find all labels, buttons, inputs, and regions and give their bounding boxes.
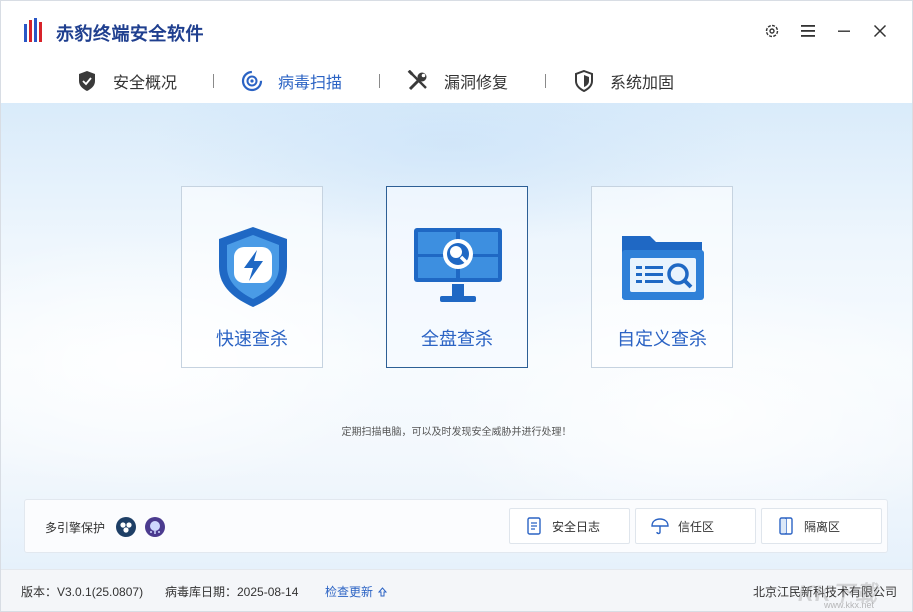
quarantine-button[interactable]: 隔离区: [761, 508, 882, 544]
watermark-url: www.kkx.net: [824, 600, 875, 610]
tab-virus-scan[interactable]: 病毒扫描: [240, 67, 342, 95]
custom-scan-card[interactable]: 自定义查杀: [591, 186, 733, 368]
app-title: 赤豹终端安全软件: [56, 24, 204, 44]
multi-engine-label: 多引擎保护: [45, 521, 106, 535]
card-label: 自定义查杀: [617, 329, 707, 349]
tab-label: 漏洞修复: [444, 75, 509, 92]
engine-b-icon[interactable]: [145, 517, 165, 537]
app-logo-icon: [23, 18, 47, 44]
umbrella-icon: [650, 516, 670, 536]
title-bar: 赤豹终端安全软件: [1, 1, 912, 61]
virus-db-date-text: 病毒库日期：2025-08-14: [165, 585, 299, 599]
menu-icon[interactable]: [796, 19, 820, 43]
check-update-label: 检查更新: [325, 585, 374, 599]
scan-radar-icon: [240, 69, 264, 93]
tab-label: 安全概况: [113, 75, 178, 92]
log-icon: [524, 516, 544, 536]
settings-icon[interactable]: [760, 19, 784, 43]
tab-vulnerability-fix[interactable]: 漏洞修复: [406, 67, 508, 95]
quarantine-icon: [776, 516, 796, 536]
nav-tabs: 安全概况 病毒扫描 漏洞修复 系统加固: [1, 61, 912, 103]
scan-main-area: 快速查杀 全盘查杀 自定义查杀 定期扫描电脑，可以及时发现安全威胁并进行处理！ …: [1, 103, 912, 569]
tab-label: 系统加固: [610, 75, 675, 92]
card-label: 全盘查杀: [421, 329, 493, 349]
scan-hint-text: 定期扫描电脑，可以及时发现安全威胁并进行处理！: [341, 427, 572, 438]
tab-label: 病毒扫描: [278, 75, 343, 92]
card-label: 快速查杀: [216, 329, 288, 349]
app-window: 赤豹终端安全软件 安全概况 病毒扫描 漏洞修复 系统加固 快速查杀 全盘查杀 自…: [0, 0, 913, 612]
status-bar: 版本：V3.0.1(25.0807) 病毒库日期：2025-08-14 检查更新…: [1, 569, 912, 611]
engine-a-icon[interactable]: [116, 517, 136, 537]
quick-scan-card[interactable]: 快速查杀: [181, 186, 323, 368]
shield-check-icon: [75, 69, 99, 93]
full-scan-card[interactable]: 全盘查杀: [386, 186, 528, 368]
nav-separator: [545, 74, 546, 88]
lightning-shield-icon: [203, 221, 303, 311]
nav-separator: [379, 74, 380, 88]
button-label: 安全日志: [552, 519, 601, 534]
security-log-button[interactable]: 安全日志: [509, 508, 630, 544]
minimize-icon[interactable]: [832, 19, 856, 43]
version-text: 版本：V3.0.1(25.0807): [21, 585, 144, 599]
protection-panel: 多引擎保护 安全日志 信任区 隔离区: [24, 499, 888, 553]
tab-system-hardening[interactable]: 系统加固: [572, 67, 674, 95]
button-label: 信任区: [678, 519, 715, 534]
check-update-link[interactable]: 检查更新: [325, 583, 388, 600]
arrow-up-icon: [378, 587, 388, 597]
button-label: 隔离区: [804, 519, 841, 534]
close-icon[interactable]: [868, 19, 892, 43]
wrench-screwdriver-icon: [406, 69, 430, 93]
monitor-search-icon: [408, 221, 508, 311]
shield-reinforce-icon: [572, 69, 596, 93]
nav-separator: [213, 74, 214, 88]
tab-security-overview[interactable]: 安全概况: [75, 67, 177, 95]
folder-search-icon: [613, 221, 713, 311]
trust-zone-button[interactable]: 信任区: [635, 508, 756, 544]
